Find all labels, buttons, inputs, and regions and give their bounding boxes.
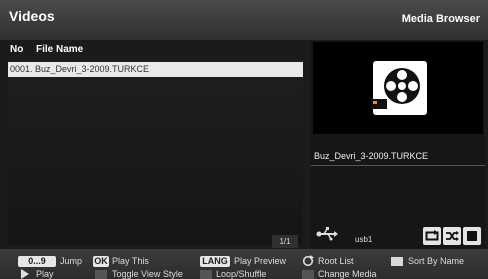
file-list-item[interactable]: 0001. Buz_Devri_3-2009.TURKCE [8,62,303,77]
loop-color-key [200,270,212,279]
change-media-color-key [302,270,314,279]
preview-thumbnail [313,42,483,134]
file-name: Buz_Devri_3-2009.TURKCE [35,64,150,74]
divider [311,165,485,166]
play-icon [21,269,29,279]
toggle-view-label: Toggle View Style [112,269,183,279]
repeat-icon [425,230,439,241]
sort-color-key [391,257,403,266]
lang-key: LANG [200,256,230,267]
device-label: usb1 [355,235,373,244]
play-this-label: Play This [112,256,149,266]
change-media-label: Change Media [318,269,377,279]
file-number: 0001. [10,64,33,74]
page-indicator: 1/1 [272,235,298,248]
page-title: Videos [9,8,55,24]
loop-shuffle-label: Loop/Shuffle [216,269,267,279]
column-header-no: No [10,44,24,55]
file-list [8,60,303,245]
ok-key: OK [93,256,109,267]
column-header-file-name: File Name [36,44,84,55]
sort-label: Sort By Name [408,256,465,266]
stop-icon [467,231,477,241]
jump-label: Jump [60,256,83,266]
refresh-icon [302,255,314,267]
usb-icon [316,227,338,241]
root-list-label: Root List [318,256,354,266]
shuffle-icon [446,231,459,241]
film-reel-icon [371,61,427,115]
repeat-button[interactable] [423,227,441,245]
jump-key: 0...9 [18,256,56,267]
shuffle-button[interactable] [443,227,461,245]
toggle-color-key [95,270,107,279]
stop-button[interactable] [463,227,481,245]
section-title: Media Browser [401,13,480,25]
play-preview-label: Play Preview [234,256,287,266]
preview-file-name: Buz_Devri_3-2009.TURKCE [314,151,429,161]
play-label: Play [36,269,54,279]
